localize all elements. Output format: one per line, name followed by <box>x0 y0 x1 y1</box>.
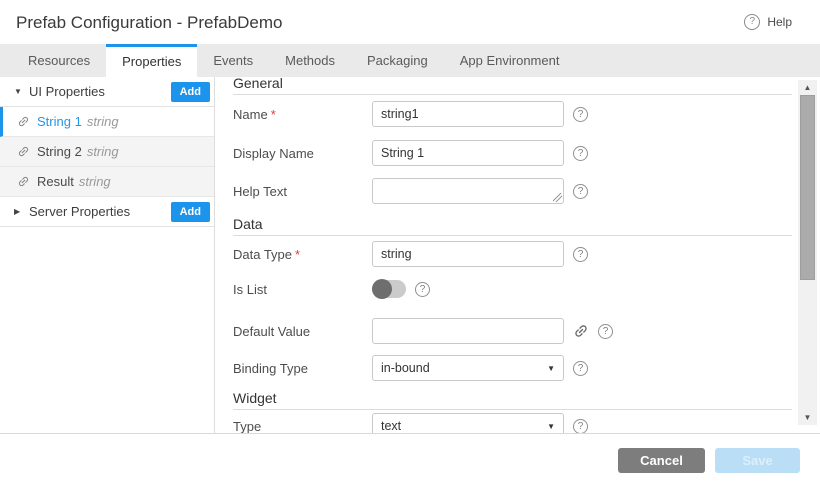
sidebar-group-server-properties[interactable]: ▶ Server Properties Add <box>0 197 214 227</box>
name-input[interactable] <box>372 101 564 127</box>
selected-option: in-bound <box>381 361 430 375</box>
sidebar-item-result[interactable]: Result string <box>0 167 214 197</box>
tab-methods[interactable]: Methods <box>269 44 351 77</box>
tab-packaging[interactable]: Packaging <box>351 44 444 77</box>
widget-type-select[interactable]: text ▼ <box>372 413 564 433</box>
tab-app-environment[interactable]: App Environment <box>444 44 576 77</box>
field-label: Default Value <box>233 324 372 339</box>
property-type: string <box>79 174 111 189</box>
field-label: Is List <box>233 282 372 297</box>
binding-type-select[interactable]: in-bound ▼ <box>372 355 564 381</box>
field-row-widget-type: Type text ▼ ? <box>233 413 792 433</box>
scroll-down-arrow-icon[interactable]: ▼ <box>798 413 817 422</box>
link-icon <box>14 112 32 130</box>
sidebar-item-string-1[interactable]: String 1 string <box>0 107 214 137</box>
link-icon <box>14 172 32 190</box>
is-list-toggle[interactable] <box>372 280 406 298</box>
property-type: string <box>87 144 119 159</box>
field-label: Name* <box>233 107 372 122</box>
field-label: Binding Type <box>233 361 372 376</box>
field-row-is-list: Is List ? <box>233 276 792 302</box>
save-button[interactable]: Save <box>715 448 800 473</box>
property-name: String 1 <box>37 114 82 129</box>
field-row-default-value: Default Value ? <box>233 318 792 344</box>
default-value-input[interactable] <box>372 318 564 344</box>
help-icon[interactable]: ? <box>573 146 588 161</box>
dialog-footer: Cancel Save <box>0 433 820 487</box>
required-marker: * <box>295 247 300 262</box>
section-title-general: General <box>233 77 792 95</box>
required-marker: * <box>271 107 276 122</box>
selected-option: text <box>381 419 401 433</box>
help-text-textarea[interactable] <box>372 178 564 204</box>
field-row-display-name: Display Name ? <box>233 140 792 166</box>
field-label: Display Name <box>233 146 372 161</box>
field-row-help-text: Help Text ? <box>233 178 792 204</box>
help-icon[interactable]: ? <box>573 107 588 122</box>
caret-right-icon: ▶ <box>14 207 29 216</box>
cancel-button[interactable]: Cancel <box>618 448 705 473</box>
tab-events[interactable]: Events <box>197 44 269 77</box>
field-label: Data Type* <box>233 247 372 262</box>
help-icon[interactable]: ? <box>573 361 588 376</box>
bind-link-icon[interactable] <box>570 320 593 343</box>
field-row-binding-type: Binding Type in-bound ▼ ? <box>233 355 792 381</box>
dropdown-arrow-icon: ▼ <box>547 364 555 373</box>
section-title-data: Data <box>233 216 792 236</box>
help-icon[interactable]: ? <box>415 282 430 297</box>
section-title-widget: Widget <box>233 390 792 410</box>
group-label: Server Properties <box>29 204 130 219</box>
property-type: string <box>87 114 119 129</box>
sidebar-item-string-2[interactable]: String 2 string <box>0 137 214 167</box>
help-button[interactable]: ? Help <box>744 0 792 44</box>
property-name: Result <box>37 174 74 189</box>
vertical-scrollbar[interactable]: ▲ ▼ <box>798 80 817 425</box>
dialog-body: ▼ UI Properties Add String 1 string Stri… <box>0 77 820 433</box>
data-type-input[interactable] <box>372 241 564 267</box>
sidebar-group-ui-properties[interactable]: ▼ UI Properties Add <box>0 77 214 107</box>
help-icon: ? <box>744 14 760 30</box>
sidebar: ▼ UI Properties Add String 1 string Stri… <box>0 77 215 433</box>
caret-down-icon: ▼ <box>14 87 29 96</box>
resize-grip[interactable] <box>553 193 562 202</box>
scroll-up-arrow-icon[interactable]: ▲ <box>798 83 817 92</box>
link-icon <box>14 142 32 160</box>
field-row-name: Name* ? <box>233 101 792 127</box>
page-title: Prefab Configuration - PrefabDemo <box>16 0 282 46</box>
titlebar: Prefab Configuration - PrefabDemo ? Help <box>0 0 820 44</box>
scrollbar-thumb[interactable] <box>800 95 815 280</box>
field-label: Help Text <box>233 184 372 199</box>
help-icon[interactable]: ? <box>573 247 588 262</box>
help-icon[interactable]: ? <box>573 419 588 434</box>
add-server-property-button[interactable]: Add <box>171 202 210 222</box>
group-label: UI Properties <box>29 84 105 99</box>
field-label: Type <box>233 419 372 434</box>
help-icon[interactable]: ? <box>573 184 588 199</box>
property-name: String 2 <box>37 144 82 159</box>
dropdown-arrow-icon: ▼ <box>547 422 555 431</box>
display-name-input[interactable] <box>372 140 564 166</box>
tab-bar: Resources Properties Events Methods Pack… <box>0 44 820 77</box>
toggle-knob <box>372 279 392 299</box>
tab-resources[interactable]: Resources <box>12 44 106 77</box>
properties-form: General Name* ? Display Name ? Help Text… <box>216 77 792 433</box>
help-icon[interactable]: ? <box>598 324 613 339</box>
prefab-configuration-dialog: Prefab Configuration - PrefabDemo ? Help… <box>0 0 820 487</box>
add-ui-property-button[interactable]: Add <box>171 82 210 102</box>
field-row-data-type: Data Type* ? <box>233 241 792 267</box>
help-label: Help <box>767 15 792 29</box>
tab-properties[interactable]: Properties <box>106 44 197 77</box>
